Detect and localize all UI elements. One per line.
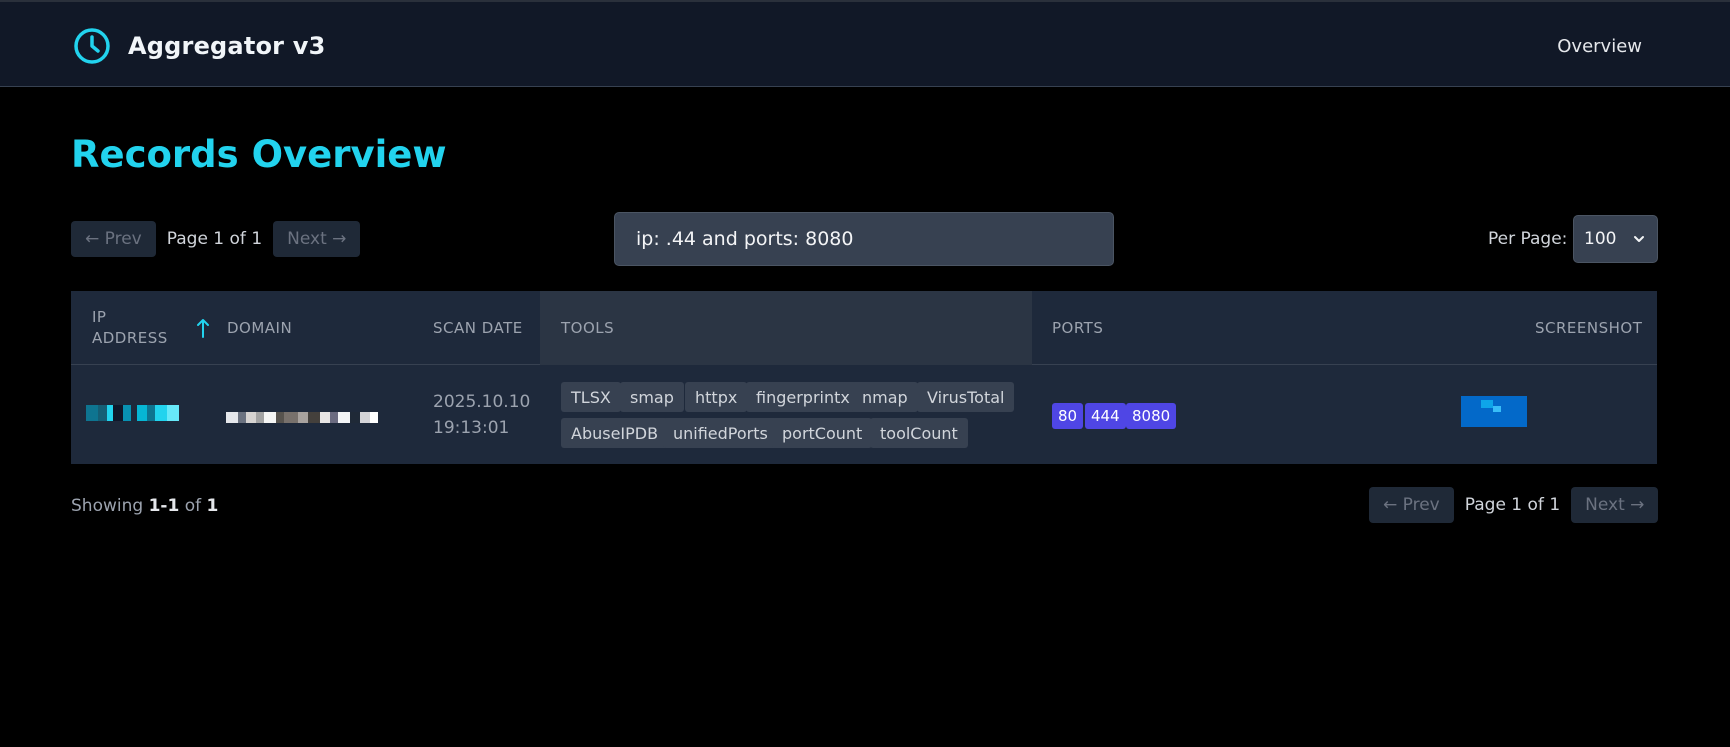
port-badge-444: 444 bbox=[1085, 403, 1126, 429]
arrow-up-icon bbox=[197, 319, 209, 338]
showing-label: Showing bbox=[71, 496, 144, 516]
nav-overview-link[interactable]: Overview bbox=[1557, 36, 1642, 57]
next-page-button[interactable]: Next → bbox=[273, 221, 361, 257]
thumbnail-detail bbox=[1481, 400, 1493, 408]
range-start: 1 bbox=[148, 496, 161, 516]
per-page-value: 100 bbox=[1584, 229, 1617, 249]
prev-page-button[interactable]: ← Prev bbox=[71, 221, 156, 257]
per-page-label: Per Page: bbox=[1488, 229, 1568, 249]
of-label: of bbox=[184, 496, 202, 516]
tool-tag-nmap: nmap bbox=[852, 382, 918, 412]
ip-header-line1: IP bbox=[92, 308, 107, 326]
prev-page-button-bottom[interactable]: ← Prev bbox=[1369, 487, 1454, 523]
tool-tag-fingerprintx: fingerprintx bbox=[746, 382, 860, 412]
brand[interactable]: Aggregator v3 bbox=[72, 26, 326, 66]
scan-date-time: 19:13:01 bbox=[433, 418, 510, 438]
tool-tag-portcount: portCount bbox=[772, 418, 873, 448]
tool-tag-tlsx: TLSX bbox=[561, 382, 621, 412]
column-header-ports: PORTS bbox=[1052, 319, 1104, 337]
next-page-button-bottom[interactable]: Next → bbox=[1571, 487, 1659, 523]
table-header: IP ADDRESS DOMAIN SCAN DATE TOOLS PORTS … bbox=[71, 291, 1657, 365]
clock-icon bbox=[74, 28, 110, 64]
page-indicator: Page 1 of 1 bbox=[166, 229, 263, 249]
chevron-down-icon bbox=[1634, 236, 1644, 242]
total-count: 1 bbox=[206, 496, 219, 516]
app-title: Aggregator v3 bbox=[128, 32, 326, 60]
tool-tag-abuseipdb: AbuseIPDB bbox=[561, 418, 669, 448]
page-indicator-bottom: Page 1 of 1 bbox=[1464, 495, 1561, 515]
tool-tag-smap: smap bbox=[620, 382, 684, 412]
ip-address-redacted[interactable] bbox=[86, 405, 179, 421]
domain-redacted[interactable] bbox=[226, 408, 387, 423]
thumbnail-detail bbox=[1493, 406, 1501, 412]
page-title: Records Overview bbox=[71, 133, 447, 176]
per-page-select[interactable]: 100 bbox=[1573, 215, 1658, 263]
column-header-domain[interactable]: DOMAIN bbox=[227, 291, 292, 365]
results-summary: Showing 1-1 of 1 bbox=[71, 496, 218, 516]
tool-tag-toolcount: toolCount bbox=[870, 418, 968, 448]
tool-tag-virustotal: VirusTotal bbox=[917, 382, 1015, 412]
tool-tag-unifiedports: unifiedPorts bbox=[663, 418, 778, 448]
range-end: 1 bbox=[167, 496, 180, 516]
column-header-scan-date[interactable]: SCAN DATE bbox=[433, 291, 523, 365]
search-input[interactable] bbox=[614, 212, 1114, 266]
top-navbar: Aggregator v3 Overview bbox=[0, 0, 1730, 87]
top-pagination: ← Prev Page 1 of 1 Next → bbox=[71, 221, 361, 257]
scan-date-cell: 2025.10.10 19:13:01 bbox=[433, 389, 530, 441]
column-header-tools: TOOLS bbox=[561, 319, 615, 337]
column-header-screenshot: SCREENSHOT bbox=[1535, 319, 1643, 337]
port-badge-8080: 8080 bbox=[1126, 403, 1177, 429]
scan-date-day: 2025.10.10 bbox=[433, 392, 531, 412]
port-badge-80: 80 bbox=[1052, 403, 1084, 429]
bottom-pagination: ← Prev Page 1 of 1 Next → bbox=[1369, 487, 1659, 523]
ip-header-line2: ADDRESS bbox=[92, 329, 168, 347]
screenshot-thumbnail[interactable] bbox=[1461, 396, 1527, 427]
tool-tag-httpx: httpx bbox=[685, 382, 748, 412]
column-header-ip-address[interactable]: IP ADDRESS bbox=[92, 291, 212, 365]
